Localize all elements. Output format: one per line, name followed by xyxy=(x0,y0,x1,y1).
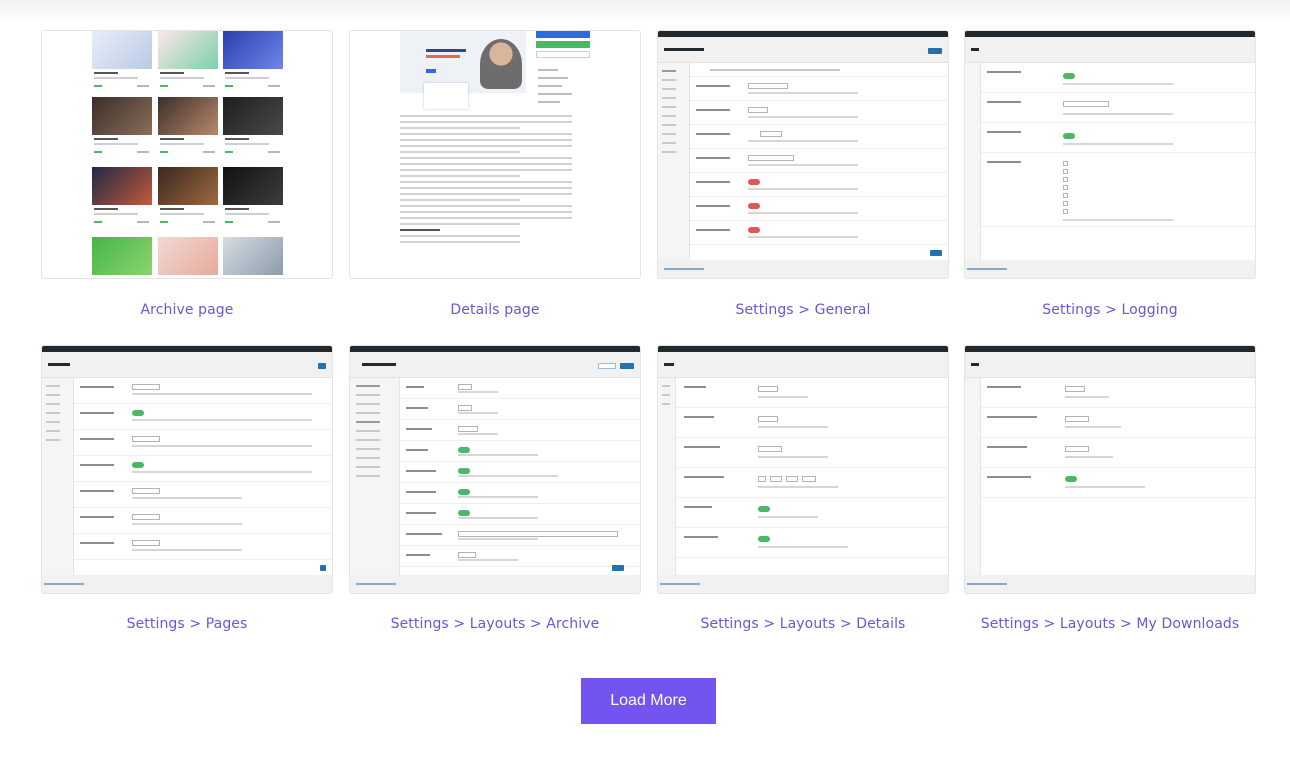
gallery-caption[interactable]: Settings > General xyxy=(657,302,949,318)
gallery-caption[interactable]: Settings > Layouts > Details xyxy=(657,616,949,632)
details-text-preview xyxy=(400,115,572,247)
screenshot-thumbnail[interactable] xyxy=(964,30,1256,279)
gallery-caption[interactable]: Settings > Layouts > My Downloads xyxy=(964,616,1256,632)
gallery-caption[interactable]: Archive page xyxy=(41,302,333,318)
details-sidebar-preview xyxy=(536,31,590,111)
load-more-button[interactable]: Load More xyxy=(581,678,716,724)
screenshot-thumbnail[interactable] xyxy=(349,30,641,279)
screenshot-thumbnail[interactable] xyxy=(41,345,333,594)
gallery-caption[interactable]: Settings > Logging xyxy=(964,302,1256,318)
gallery-caption[interactable]: Settings > Pages xyxy=(41,616,333,632)
screenshot-thumbnail[interactable] xyxy=(349,345,641,594)
screenshot-thumbnail[interactable] xyxy=(41,30,333,279)
gallery-caption[interactable]: Details page xyxy=(349,302,641,318)
person-image xyxy=(480,39,522,89)
screenshot-gallery: Archive page Details page Settings > Gen… xyxy=(0,0,1290,759)
screenshot-thumbnail[interactable] xyxy=(964,345,1256,594)
screenshot-thumbnail[interactable] xyxy=(657,345,949,594)
gallery-caption[interactable]: Settings > Layouts > Archive xyxy=(349,616,641,632)
screenshot-thumbnail[interactable] xyxy=(657,30,949,279)
